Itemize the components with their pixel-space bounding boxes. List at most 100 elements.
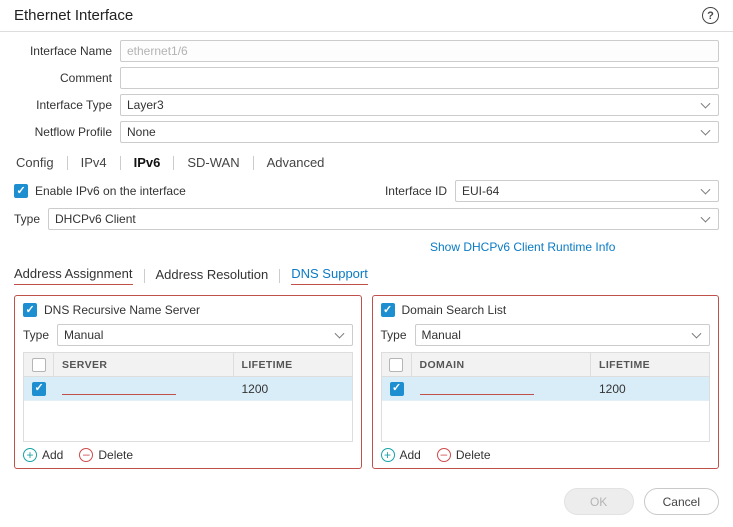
dns-server-type-row: Type Manual <box>23 324 353 346</box>
domain-column-header: DOMAIN <box>412 353 592 376</box>
comment-field[interactable] <box>120 67 719 89</box>
dhcpv6-subtabs: Address Assignment Address Resolution DN… <box>14 266 719 285</box>
subtab-address-assignment[interactable]: Address Assignment <box>14 266 133 285</box>
delete-button[interactable]: Delete <box>437 448 491 462</box>
domain-search-table: DOMAIN LIFETIME 1200 <box>381 352 711 442</box>
interface-type-row: Interface Type Layer3 <box>14 94 719 116</box>
tab-ipv6[interactable]: IPv6 <box>132 153 163 172</box>
lifetime-column-header: LIFETIME <box>591 353 709 376</box>
add-icon <box>381 448 395 462</box>
tab-separator <box>120 156 121 170</box>
tab-separator <box>173 156 174 170</box>
interface-form: Interface Name Comment Interface Type La… <box>0 32 733 143</box>
page-title: Ethernet Interface <box>14 7 133 24</box>
interface-id-select[interactable]: EUI-64 <box>455 180 719 202</box>
delete-button-label: Delete <box>456 448 491 462</box>
add-button[interactable]: Add <box>381 448 421 462</box>
enable-ipv6-label: Enable IPv6 on the interface <box>35 184 186 198</box>
server-column-header: SERVER <box>54 353 234 376</box>
domain-search-type-row: Type Manual <box>381 324 711 346</box>
dns-server-table: SERVER LIFETIME 1200 <box>23 352 353 442</box>
row-checkbox[interactable] <box>32 382 46 396</box>
domain-value-cell[interactable] <box>412 383 592 395</box>
dns-support-panels: DNS Recursive Name Server Type Manual SE… <box>14 295 719 469</box>
tab-advanced[interactable]: Advanced <box>265 153 327 172</box>
netflow-row: Netflow Profile None <box>14 121 719 143</box>
domain-search-panel-header: Domain Search List <box>381 303 711 317</box>
domain-search-type-value: Manual <box>422 328 461 342</box>
dns-server-panel: DNS Recursive Name Server Type Manual SE… <box>14 295 362 469</box>
subtab-address-resolution[interactable]: Address Resolution <box>156 267 269 285</box>
lifetime-value-cell[interactable]: 1200 <box>234 382 352 396</box>
ipv6-type-select[interactable]: DHCPv6 Client <box>48 208 719 230</box>
ipv6-type-label: Type <box>14 212 40 226</box>
chevron-down-icon <box>701 99 711 109</box>
main-tabs: Config IPv4 IPv6 SD-WAN Advanced <box>14 153 719 172</box>
domain-search-type-label: Type <box>381 328 407 342</box>
interface-id-group: Interface ID EUI-64 <box>385 180 719 202</box>
domain-search-panel-footer: Add Delete <box>381 448 711 462</box>
add-button-label: Add <box>42 448 63 462</box>
tab-separator <box>67 156 68 170</box>
server-value-cell[interactable] <box>54 383 234 395</box>
ok-button[interactable]: OK <box>564 488 634 515</box>
chevron-down-icon <box>701 126 711 136</box>
select-all-checkbox[interactable] <box>32 358 46 372</box>
subtab-dns-support[interactable]: DNS Support <box>291 266 368 285</box>
empty-value-error-underline <box>420 383 534 395</box>
tab-ipv4[interactable]: IPv4 <box>79 153 109 172</box>
subtab-separator <box>279 269 280 283</box>
comment-row: Comment <box>14 67 719 89</box>
table-row[interactable]: 1200 <box>24 377 352 401</box>
interface-type-label: Interface Type <box>14 98 112 112</box>
select-all-cell <box>24 353 54 376</box>
empty-value-error-underline <box>62 383 176 395</box>
select-all-cell <box>382 353 412 376</box>
netflow-value: None <box>127 125 156 139</box>
row-checkbox-cell <box>382 382 412 396</box>
add-button-label: Add <box>400 448 421 462</box>
delete-icon <box>79 448 93 462</box>
interface-type-value: Layer3 <box>127 98 164 112</box>
dns-server-panel-title: DNS Recursive Name Server <box>44 303 200 317</box>
ipv6-type-value: DHCPv6 Client <box>55 212 136 226</box>
row-checkbox-cell <box>24 382 54 396</box>
tab-config[interactable]: Config <box>14 153 56 172</box>
table-empty-area <box>24 401 352 441</box>
domain-search-panel: Domain Search List Type Manual DOMAIN LI… <box>372 295 720 469</box>
interface-type-select[interactable]: Layer3 <box>120 94 719 116</box>
interface-name-label: Interface Name <box>14 44 112 58</box>
dns-server-type-label: Type <box>23 328 49 342</box>
dns-server-type-select[interactable]: Manual <box>57 324 352 346</box>
dialog-footer: OK Cancel <box>564 488 719 515</box>
comment-label: Comment <box>14 71 112 85</box>
domain-search-table-header: DOMAIN LIFETIME <box>382 353 710 377</box>
chevron-down-icon <box>701 213 711 223</box>
add-button[interactable]: Add <box>23 448 63 462</box>
cancel-button[interactable]: Cancel <box>644 488 719 515</box>
table-empty-area <box>382 401 710 441</box>
tab-sdwan[interactable]: SD-WAN <box>185 153 241 172</box>
help-icon[interactable]: ? <box>702 7 719 24</box>
dns-server-type-value: Manual <box>64 328 103 342</box>
select-all-checkbox[interactable] <box>389 358 403 372</box>
dns-server-checkbox[interactable] <box>23 303 37 317</box>
lifetime-value-cell[interactable]: 1200 <box>591 382 709 396</box>
netflow-label: Netflow Profile <box>14 125 112 139</box>
domain-search-checkbox[interactable] <box>381 303 395 317</box>
netflow-select[interactable]: None <box>120 121 719 143</box>
dialog-titlebar: Ethernet Interface ? <box>0 0 733 32</box>
delete-button[interactable]: Delete <box>79 448 133 462</box>
subtab-separator <box>144 269 145 283</box>
domain-search-panel-title: Domain Search List <box>402 303 507 317</box>
chevron-down-icon <box>701 185 711 195</box>
dns-server-panel-header: DNS Recursive Name Server <box>23 303 353 317</box>
table-row[interactable]: 1200 <box>382 377 710 401</box>
show-dhcpv6-runtime-link[interactable]: Show DHCPv6 Client Runtime Info <box>430 240 615 254</box>
delete-button-label: Delete <box>98 448 133 462</box>
domain-search-type-select[interactable]: Manual <box>415 324 710 346</box>
interface-id-value: EUI-64 <box>462 184 499 198</box>
dns-server-table-header: SERVER LIFETIME <box>24 353 352 377</box>
enable-ipv6-checkbox[interactable] <box>14 184 28 198</box>
row-checkbox[interactable] <box>390 382 404 396</box>
